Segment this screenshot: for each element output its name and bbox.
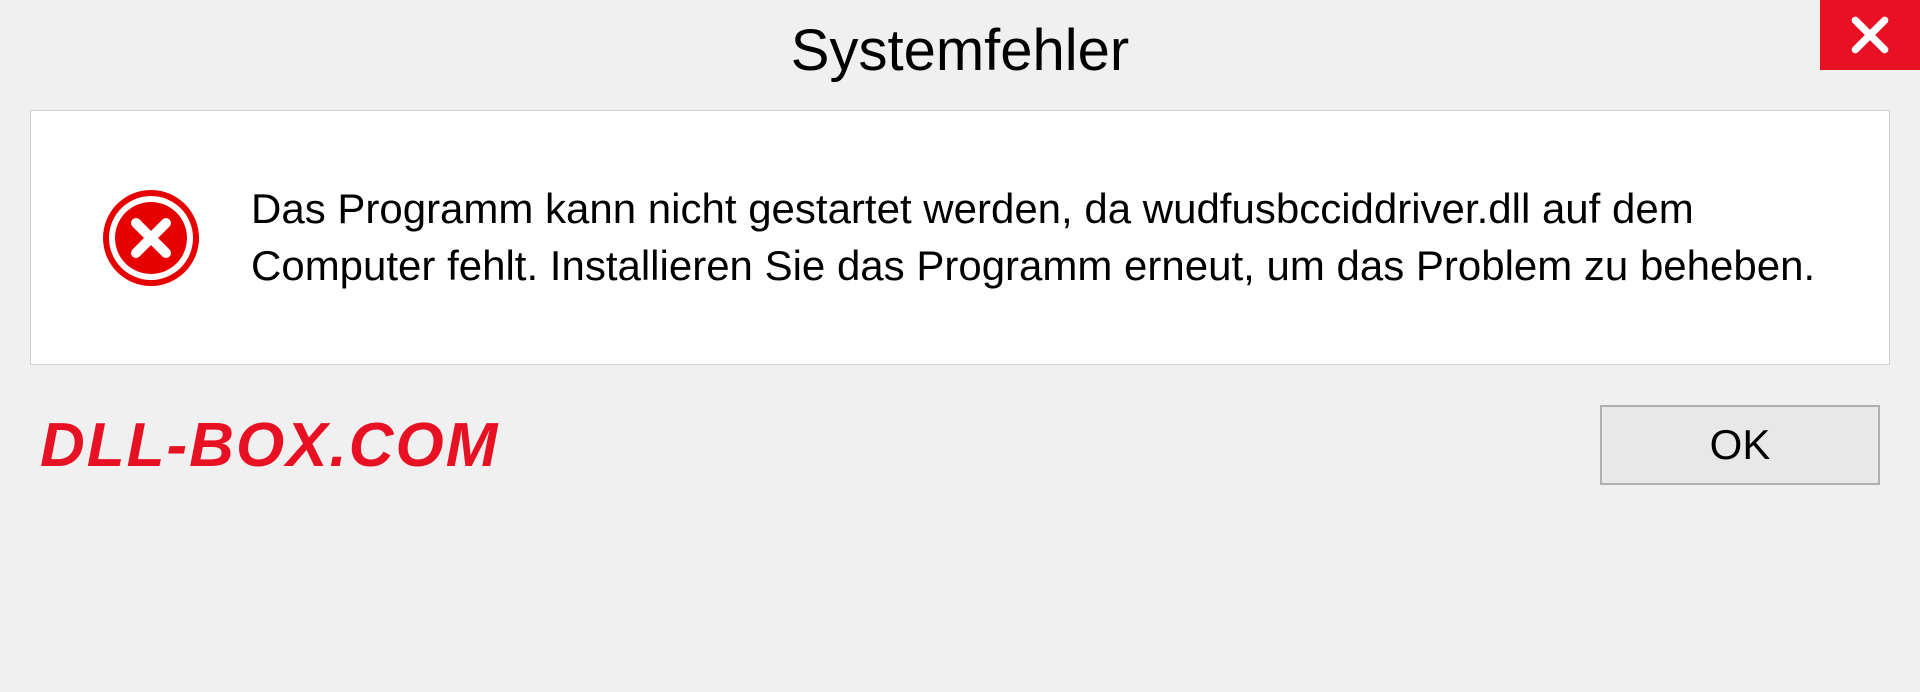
ok-button[interactable]: OK bbox=[1600, 405, 1880, 485]
dialog-title: Systemfehler bbox=[791, 17, 1129, 84]
titlebar: Systemfehler bbox=[0, 0, 1920, 100]
error-dialog: Systemfehler Das Programm kann nicht ges… bbox=[0, 0, 1920, 692]
close-button[interactable] bbox=[1820, 0, 1920, 70]
watermark-text: DLL-BOX.COM bbox=[40, 410, 499, 481]
dialog-footer: DLL-BOX.COM OK bbox=[0, 385, 1920, 515]
content-panel: Das Programm kann nicht gestartet werden… bbox=[30, 110, 1890, 365]
close-icon bbox=[1848, 13, 1892, 57]
error-icon bbox=[101, 188, 201, 288]
error-message: Das Programm kann nicht gestartet werden… bbox=[251, 181, 1829, 294]
